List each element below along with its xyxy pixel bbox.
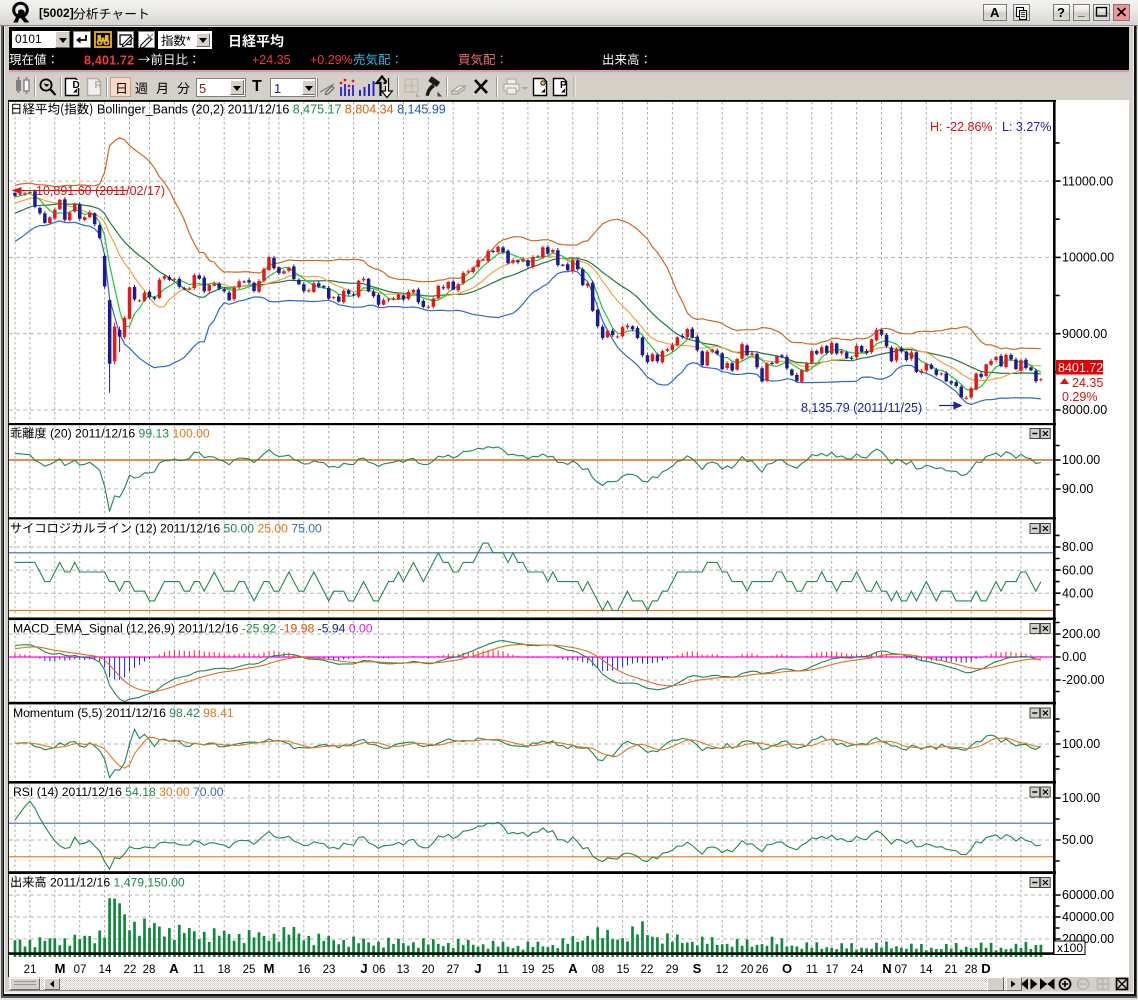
svg-text:0.00: 0.00 xyxy=(1062,650,1086,664)
svg-text:RSI (14) 2011/12/16 54.18 30.0: RSI (14) 2011/12/16 54.18 30.00 70.00 xyxy=(13,785,224,799)
svg-text:14: 14 xyxy=(920,964,933,976)
svg-text:11: 11 xyxy=(193,964,205,976)
svg-text:P: P xyxy=(560,80,567,91)
svg-text:Bollinger_Bands (20,2) 2011/12: Bollinger_Bands (20,2) 2011/12/16 8,475.… xyxy=(97,103,446,117)
svg-text:10000.00: 10000.00 xyxy=(1062,251,1114,265)
svg-text:x100: x100 xyxy=(1057,941,1083,955)
svg-text:MACD_EMA_Signal (12,26,9) 2011: MACD_EMA_Signal (12,26,9) 2011/12/16 -25… xyxy=(13,622,373,636)
svg-text:17: 17 xyxy=(826,964,839,976)
svg-text:8,135.79 (2011/11/25): 8,135.79 (2011/11/25) xyxy=(801,401,922,415)
svg-text:M: M xyxy=(55,961,66,976)
svg-text:H: -22.86%: H: -22.86% xyxy=(930,120,993,134)
svg-text:21: 21 xyxy=(24,964,37,976)
svg-text:J: J xyxy=(474,961,481,976)
svg-text:80.00: 80.00 xyxy=(1062,540,1093,554)
svg-text:8401.72: 8401.72 xyxy=(1058,361,1103,375)
svg-text:(12) 2011/12/16 50.00 25.00 75: (12) 2011/12/16 50.00 25.00 75.00 xyxy=(135,522,322,536)
svg-text:25: 25 xyxy=(542,964,555,976)
svg-text:40.00: 40.00 xyxy=(1062,586,1093,600)
svg-text:08: 08 xyxy=(592,964,605,976)
svg-text:24.35: 24.35 xyxy=(1072,376,1103,390)
svg-text:13: 13 xyxy=(397,964,410,976)
svg-text:27: 27 xyxy=(447,964,460,976)
svg-text:23: 23 xyxy=(323,964,336,976)
svg-text:60.00: 60.00 xyxy=(1062,563,1093,577)
svg-text:90.00: 90.00 xyxy=(1062,482,1093,496)
svg-text:J: J xyxy=(360,961,367,976)
svg-text:A: A xyxy=(568,961,578,976)
svg-text:9000.00: 9000.00 xyxy=(1062,327,1107,341)
svg-text:25: 25 xyxy=(243,964,256,976)
svg-text:15: 15 xyxy=(617,964,630,976)
svg-text:8,401.72: 8,401.72 xyxy=(84,54,134,68)
svg-text:R: R xyxy=(95,80,103,91)
svg-text:22: 22 xyxy=(124,964,137,976)
svg-text:O: O xyxy=(782,961,792,976)
svg-text:*: * xyxy=(186,34,191,48)
svg-text:M: M xyxy=(264,961,275,976)
svg-text:+0.29%: +0.29% xyxy=(310,53,353,67)
svg-text:200.00: 200.00 xyxy=(1062,627,1100,641)
svg-text:8000.00: 8000.00 xyxy=(1062,403,1107,417)
svg-text:-200.00: -200.00 xyxy=(1062,673,1104,687)
svg-text:06: 06 xyxy=(373,964,386,976)
svg-text:11: 11 xyxy=(497,964,509,976)
svg-text:A: A xyxy=(990,5,1000,20)
svg-text:14: 14 xyxy=(99,964,112,976)
svg-text:?: ? xyxy=(1057,5,1065,20)
svg-text:A: A xyxy=(169,961,179,976)
svg-text:20: 20 xyxy=(741,964,754,976)
svg-text:22: 22 xyxy=(641,964,654,976)
svg-text:100.00: 100.00 xyxy=(1062,791,1100,805)
svg-text:07: 07 xyxy=(895,964,908,976)
svg-text:19: 19 xyxy=(522,964,535,976)
svg-text:100.00: 100.00 xyxy=(1062,737,1100,751)
svg-text:26: 26 xyxy=(756,964,769,976)
svg-text:100.00: 100.00 xyxy=(1062,453,1100,467)
svg-text:10,891.60 (2011/02/17): 10,891.60 (2011/02/17) xyxy=(36,184,165,198)
svg-text:16: 16 xyxy=(298,964,311,976)
svg-text:20: 20 xyxy=(422,964,435,976)
svg-text:+24.35: +24.35 xyxy=(252,53,291,67)
svg-text:L: 3.27%: L: 3.27% xyxy=(1002,120,1051,134)
svg-text:18: 18 xyxy=(218,964,231,976)
svg-text:28: 28 xyxy=(143,964,156,976)
svg-text:2011/12/16 1,479,150.00: 2011/12/16 1,479,150.00 xyxy=(50,876,185,890)
svg-text:(20) 2011/12/16 99.13 100.00: (20) 2011/12/16 99.13 100.00 xyxy=(50,427,210,441)
svg-text:29: 29 xyxy=(666,964,679,976)
svg-text:_: _ xyxy=(1077,4,1085,18)
svg-text:28: 28 xyxy=(965,964,978,976)
svg-text:11000.00: 11000.00 xyxy=(1062,174,1113,188)
svg-text:S: S xyxy=(693,961,702,976)
svg-text:Momentum (5,5) 2011/12/16 98.4: Momentum (5,5) 2011/12/16 98.42 98.41 xyxy=(13,706,234,720)
svg-text:N: N xyxy=(882,961,891,976)
svg-text:11: 11 xyxy=(806,964,818,976)
svg-text:24: 24 xyxy=(851,964,864,976)
svg-text:D: D xyxy=(981,961,990,976)
svg-text:21: 21 xyxy=(945,964,958,976)
svg-text:60000.00: 60000.00 xyxy=(1062,888,1114,902)
svg-text:D: D xyxy=(73,80,80,91)
svg-text:40000.00: 40000.00 xyxy=(1062,910,1114,924)
svg-text:0.29%: 0.29% xyxy=(1062,390,1097,404)
svg-text:50.00: 50.00 xyxy=(1062,833,1093,847)
svg-text:12: 12 xyxy=(716,964,729,976)
svg-text:07: 07 xyxy=(74,964,87,976)
